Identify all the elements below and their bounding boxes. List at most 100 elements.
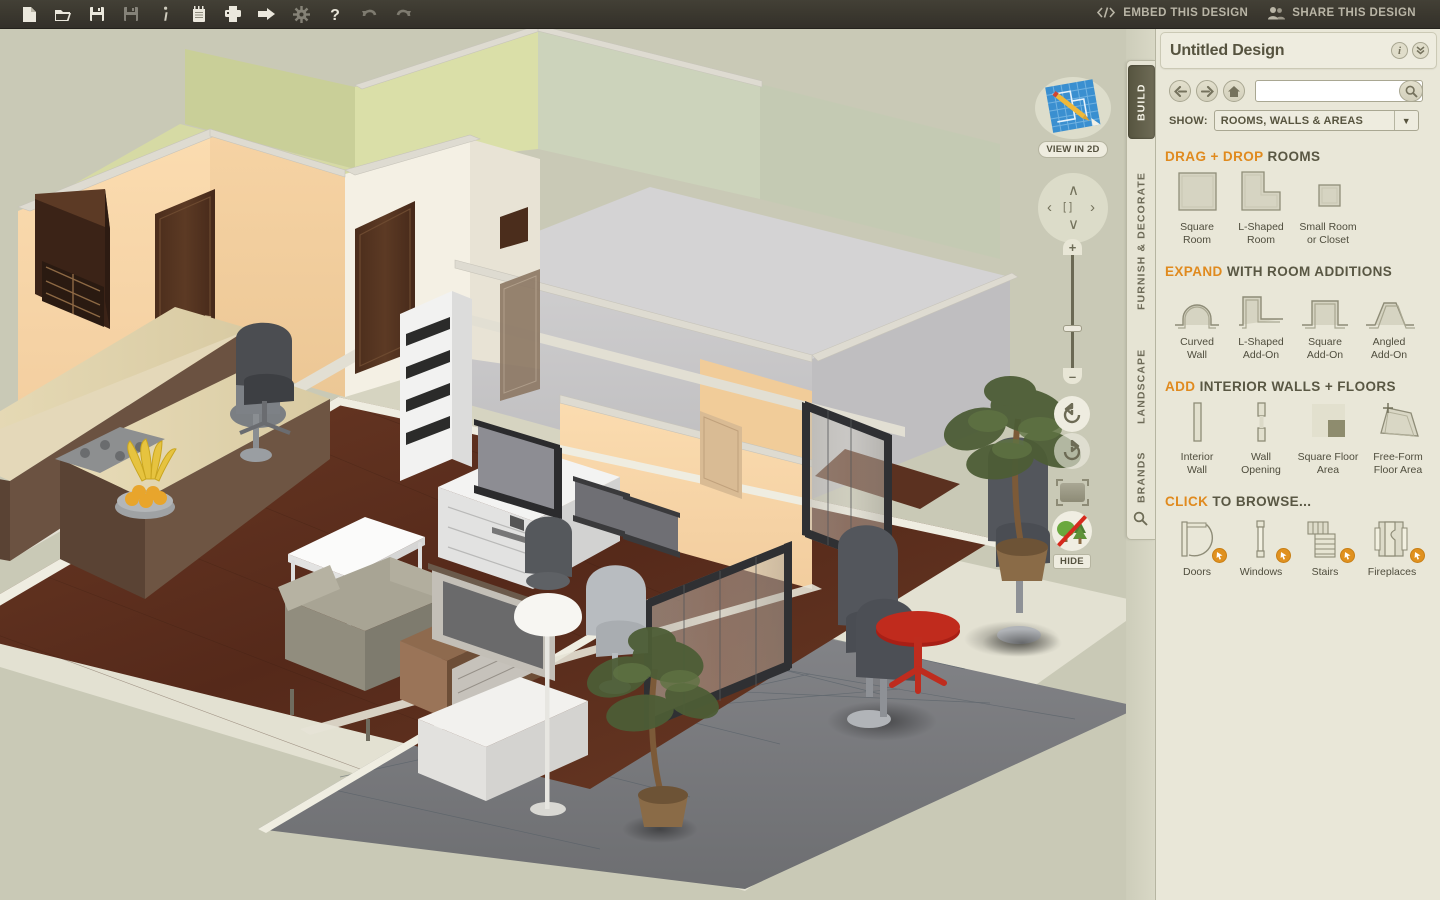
tool-browse-stairs[interactable]: Stairs: [1293, 515, 1357, 579]
design-canvas[interactable]: VIEW IN 2D ∧ ∨ ‹ › [ ] + – HIDE: [0, 29, 1126, 900]
section-title: DRAG + DROP ROOMS: [1165, 149, 1440, 164]
section-room-additions: EXPAND WITH ROOM ADDITIONS Curved Wall L…: [1156, 264, 1440, 361]
section-title-accent: ADD: [1165, 379, 1196, 394]
fireplace-icon: [1357, 515, 1427, 563]
section-title-accent: EXPAND: [1165, 264, 1223, 279]
tool-curved-wall[interactable]: Curved Wall: [1165, 285, 1229, 361]
browse-badge-icon: [1276, 548, 1291, 563]
section-click-to-browse: CLICK TO BROWSE... Doors Windows Stairs …: [1156, 494, 1440, 579]
curved-wall-icon: [1165, 285, 1229, 331]
tool-square-floor-area[interactable]: Square Floor Area: [1293, 400, 1363, 476]
rotate-right-icon[interactable]: [1054, 433, 1090, 469]
tool-l-shaped-room[interactable]: L-Shaped Room: [1229, 170, 1293, 246]
rotate-left-icon[interactable]: [1054, 396, 1090, 432]
top-toolbar: ? EMBED THIS DESIGN SHARE THIS DESIGN: [0, 0, 1440, 29]
people-icon: [1268, 6, 1286, 23]
tool-browse-fireplaces[interactable]: Fireplaces: [1357, 515, 1427, 579]
print-icon[interactable]: [216, 1, 250, 28]
info-icon[interactable]: [148, 1, 182, 28]
section-title-rest: TO BROWSE...: [1208, 494, 1312, 509]
pan-down-button[interactable]: ∨: [1068, 217, 1079, 232]
interior-wall-icon: [1165, 400, 1229, 446]
pan-center-button[interactable]: [ ]: [1063, 202, 1072, 213]
show-filter-row: SHOW: ROOMS, WALLS & AREAS ▼: [1160, 102, 1437, 131]
tool-small-room-closet[interactable]: Small Room or Closet: [1293, 170, 1363, 246]
panel-navigation: SHOW: ROOMS, WALLS & AREAS ▼: [1160, 74, 1437, 144]
search-icon[interactable]: [1127, 505, 1154, 531]
tool-free-form-floor-area[interactable]: Free-Form Floor Area: [1363, 400, 1433, 476]
tool-browse-doors[interactable]: Doors: [1165, 515, 1229, 579]
share-design-label: SHARE THIS DESIGN: [1292, 7, 1416, 20]
code-brackets-icon: [1096, 7, 1116, 21]
browse-badge-icon: [1340, 548, 1355, 563]
tool-square-addon[interactable]: Square Add-On: [1293, 285, 1357, 361]
chevron-down-icon[interactable]: ▼: [1393, 111, 1418, 130]
show-label: SHOW:: [1169, 114, 1208, 127]
open-folder-icon[interactable]: [46, 1, 80, 28]
floor-plan-3d-render[interactable]: [0, 29, 1126, 900]
zoom-slider[interactable]: + –: [1063, 239, 1082, 384]
tool-l-shaped-addon[interactable]: L-Shaped Add-On: [1229, 285, 1293, 361]
zoom-out-button[interactable]: –: [1063, 368, 1082, 384]
new-document-icon[interactable]: [12, 1, 46, 28]
bracket-bl: [1056, 499, 1063, 506]
page-title: Untitled Design: [1170, 41, 1285, 59]
rail-tab-furnish-decorate[interactable]: FURNISH & DECORATE: [1128, 153, 1155, 328]
search-input[interactable]: [1256, 81, 1394, 101]
bracket-tl: [1056, 479, 1063, 486]
build-tool-sections: DRAG + DROP ROOMS Square Room L-Shaped R…: [1156, 149, 1440, 899]
zoom-in-button[interactable]: +: [1063, 239, 1082, 255]
pan-up-button[interactable]: ∧: [1068, 183, 1079, 198]
pan-left-button[interactable]: ‹: [1047, 200, 1052, 215]
window-icon: [1229, 515, 1293, 563]
mode-tab-list: BUILD FURNISH & DECORATE LANDSCAPE BRAND…: [1126, 60, 1155, 540]
tool-angled-addon[interactable]: Angled Add-On: [1357, 285, 1421, 361]
help-icon[interactable]: ?: [318, 1, 352, 28]
hide-label[interactable]: HIDE: [1053, 554, 1091, 569]
stairs-icon: [1293, 515, 1357, 563]
back-button[interactable]: [1169, 80, 1191, 102]
home-button[interactable]: [1223, 80, 1245, 102]
save-icon[interactable]: [80, 1, 114, 28]
toolbar-icon-group: ?: [0, 1, 420, 28]
section-items: Curved Wall L-Shaped Add-On Square Add-O…: [1165, 285, 1440, 361]
door-icon: [1165, 515, 1229, 563]
save-as-icon[interactable]: [114, 1, 148, 28]
settings-gear-icon[interactable]: [284, 1, 318, 28]
tool-wall-opening[interactable]: Wall Opening: [1229, 400, 1293, 476]
search-submit-button[interactable]: [1399, 80, 1423, 102]
zoom-slider-thumb[interactable]: [1063, 325, 1082, 332]
tool-square-room[interactable]: Square Room: [1165, 170, 1229, 246]
square-floor-area-icon: [1293, 400, 1363, 446]
tool-label: L-Shaped Add-On: [1238, 336, 1284, 361]
rail-tab-build[interactable]: BUILD: [1127, 65, 1155, 139]
pan-right-button[interactable]: ›: [1090, 200, 1095, 215]
export-icon[interactable]: [250, 1, 284, 28]
show-dropdown[interactable]: ROOMS, WALLS & AREAS ▼: [1213, 110, 1419, 131]
rail-tab-landscape[interactable]: LANDSCAPE: [1128, 336, 1155, 436]
tool-interior-wall[interactable]: Interior Wall: [1165, 400, 1229, 476]
browse-badge-icon: [1410, 548, 1425, 563]
view-in-2d-control[interactable]: VIEW IN 2D: [1035, 77, 1111, 158]
l-shaped-room-icon: [1229, 170, 1293, 216]
panel-search-box[interactable]: [1255, 80, 1423, 102]
tool-label: Stairs: [1311, 566, 1339, 578]
embed-design-button[interactable]: EMBED THIS DESIGN: [1086, 1, 1258, 28]
rail-tab-brands[interactable]: BRANDS: [1128, 444, 1155, 510]
view-in-2d-label[interactable]: VIEW IN 2D: [1038, 141, 1108, 158]
section-drag-drop-rooms: DRAG + DROP ROOMS Square Room L-Shaped R…: [1156, 149, 1440, 246]
design-info-button[interactable]: i: [1391, 42, 1408, 59]
tool-label: Wall Opening: [1241, 451, 1281, 476]
forward-button[interactable]: [1196, 80, 1218, 102]
undo-icon[interactable]: [352, 1, 386, 28]
share-design-button[interactable]: SHARE THIS DESIGN: [1258, 1, 1426, 28]
build-panel: Untitled Design i SHOW: ROOMS, WALLS & A…: [1155, 29, 1440, 900]
panel-collapse-button[interactable]: [1412, 42, 1429, 59]
tool-label: Angled Add-On: [1370, 336, 1408, 361]
notes-icon[interactable]: [182, 1, 216, 28]
camera-snapshot-icon[interactable]: [1056, 479, 1089, 506]
hide-landscape-control[interactable]: HIDE: [1052, 511, 1092, 569]
tool-browse-windows[interactable]: Windows: [1229, 515, 1293, 579]
redo-icon[interactable]: [386, 1, 420, 28]
pan-dpad[interactable]: ∧ ∨ ‹ › [ ]: [1038, 173, 1108, 243]
